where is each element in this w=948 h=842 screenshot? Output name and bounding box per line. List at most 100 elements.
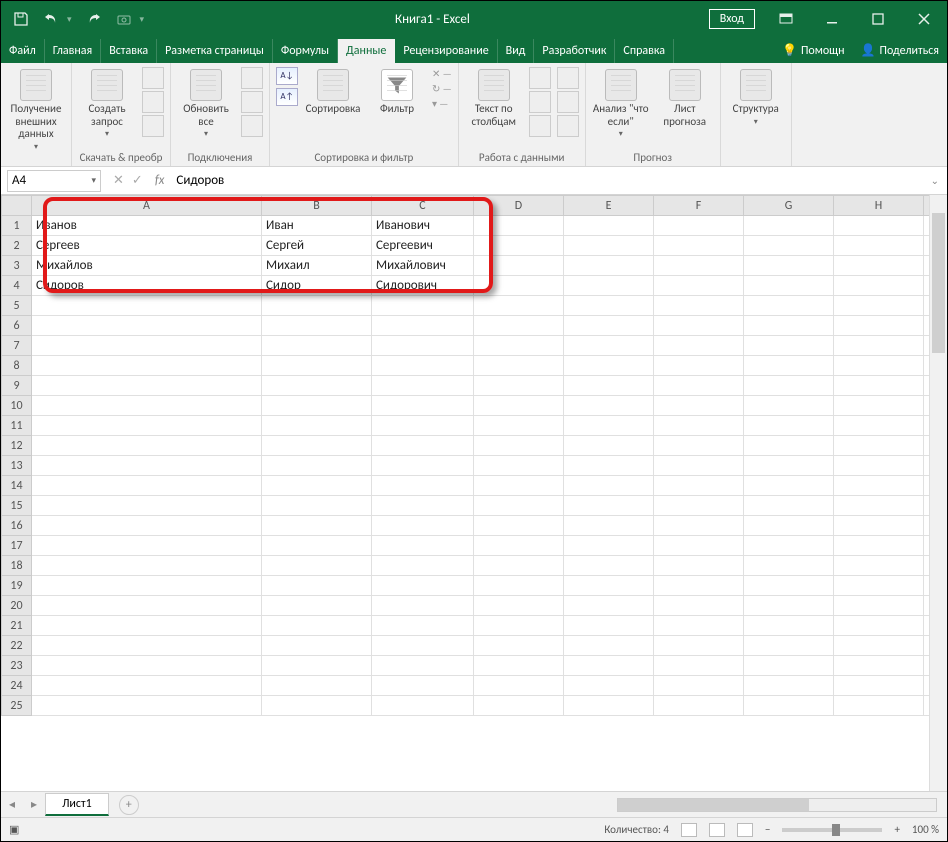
cell-B6[interactable] — [262, 316, 372, 336]
cell-E22[interactable] — [564, 636, 654, 656]
cell-E8[interactable] — [564, 356, 654, 376]
cell-F6[interactable] — [654, 316, 744, 336]
what-if-button[interactable]: Анализ "что если"▾ — [592, 67, 650, 139]
row-header-25[interactable]: 25 — [2, 696, 32, 716]
minimize-button[interactable] — [809, 1, 855, 37]
cell-B19[interactable] — [262, 576, 372, 596]
horizontal-scrollbar[interactable] — [617, 798, 937, 812]
cell-B1[interactable]: Иван — [262, 216, 372, 236]
grid[interactable]: ABCDEFGHI1ИвановИванИванович2СергеевСерг… — [1, 195, 947, 716]
cell-A7[interactable] — [32, 336, 262, 356]
tab-формулы[interactable]: Формулы — [273, 39, 338, 63]
cell-G5[interactable] — [744, 296, 834, 316]
cell-H2[interactable] — [834, 236, 924, 256]
row-header-19[interactable]: 19 — [2, 576, 32, 596]
cell-A6[interactable] — [32, 316, 262, 336]
cell-A11[interactable] — [32, 416, 262, 436]
cell-D3[interactable] — [474, 256, 564, 276]
cell-H6[interactable] — [834, 316, 924, 336]
cell-D21[interactable] — [474, 616, 564, 636]
row-header-2[interactable]: 2 — [2, 236, 32, 256]
advanced-filter[interactable]: ▾ — — [432, 97, 452, 110]
cell-E16[interactable] — [564, 516, 654, 536]
cell-B14[interactable] — [262, 476, 372, 496]
tab-вставка[interactable]: Вставка — [101, 39, 157, 63]
cell-B25[interactable] — [262, 696, 372, 716]
row-header-5[interactable]: 5 — [2, 296, 32, 316]
cell-E10[interactable] — [564, 396, 654, 416]
queries-small-1[interactable] — [142, 67, 164, 89]
cell-D18[interactable] — [474, 556, 564, 576]
undo-icon[interactable] — [43, 11, 59, 27]
sheet-tab[interactable]: Лист1 — [45, 793, 109, 816]
cell-C21[interactable] — [372, 616, 474, 636]
view-layout-icon[interactable] — [709, 823, 725, 837]
cell-D11[interactable] — [474, 416, 564, 436]
cell-C15[interactable] — [372, 496, 474, 516]
queries-small-2[interactable] — [142, 91, 164, 113]
cell-D13[interactable] — [474, 456, 564, 476]
cell-D6[interactable] — [474, 316, 564, 336]
cell-B5[interactable] — [262, 296, 372, 316]
cell-F22[interactable] — [654, 636, 744, 656]
cell-B3[interactable]: Михаил — [262, 256, 372, 276]
row-header-7[interactable]: 7 — [2, 336, 32, 356]
cell-B12[interactable] — [262, 436, 372, 456]
cell-C14[interactable] — [372, 476, 474, 496]
cell-D1[interactable] — [474, 216, 564, 236]
cell-G8[interactable] — [744, 356, 834, 376]
cell-C8[interactable] — [372, 356, 474, 376]
cell-A16[interactable] — [32, 516, 262, 536]
cell-G12[interactable] — [744, 436, 834, 456]
cell-D24[interactable] — [474, 676, 564, 696]
cell-A8[interactable] — [32, 356, 262, 376]
expand-formula-icon[interactable]: ⌄ — [923, 174, 947, 187]
tab-разметка страницы[interactable]: Разметка страницы — [157, 39, 273, 63]
cell-A18[interactable] — [32, 556, 262, 576]
fx-icon[interactable]: fx — [149, 173, 171, 188]
zoom-out-button[interactable]: − — [765, 823, 770, 836]
cell-A5[interactable] — [32, 296, 262, 316]
cell-G9[interactable] — [744, 376, 834, 396]
cell-B8[interactable] — [262, 356, 372, 376]
cell-C6[interactable] — [372, 316, 474, 336]
tab-разработчик[interactable]: Разработчик — [534, 39, 615, 63]
cell-H5[interactable] — [834, 296, 924, 316]
row-header-11[interactable]: 11 — [2, 416, 32, 436]
cell-B23[interactable] — [262, 656, 372, 676]
cell-F21[interactable] — [654, 616, 744, 636]
cell-G20[interactable] — [744, 596, 834, 616]
tab-главная[interactable]: Главная — [45, 39, 101, 63]
view-normal-icon[interactable] — [681, 823, 697, 837]
row-header-10[interactable]: 10 — [2, 396, 32, 416]
cell-H18[interactable] — [834, 556, 924, 576]
forecast-sheet-button[interactable]: Лист прогноза — [656, 67, 714, 128]
cell-B4[interactable]: Сидор — [262, 276, 372, 296]
col-header-G[interactable]: G — [744, 196, 834, 216]
cell-G3[interactable] — [744, 256, 834, 276]
cell-D22[interactable] — [474, 636, 564, 656]
zoom-in-button[interactable]: + — [894, 823, 899, 836]
cell-C24[interactable] — [372, 676, 474, 696]
text-to-columns-button[interactable]: Текст по столбцам — [465, 67, 523, 128]
cell-A14[interactable] — [32, 476, 262, 496]
row-header-15[interactable]: 15 — [2, 496, 32, 516]
conn-small-1[interactable] — [241, 67, 263, 89]
cell-H4[interactable] — [834, 276, 924, 296]
cell-E11[interactable] — [564, 416, 654, 436]
cell-C16[interactable] — [372, 516, 474, 536]
zoom-slider[interactable] — [782, 828, 882, 832]
row-header-16[interactable]: 16 — [2, 516, 32, 536]
cell-B18[interactable] — [262, 556, 372, 576]
cell-F3[interactable] — [654, 256, 744, 276]
cell-H1[interactable] — [834, 216, 924, 236]
row-header-24[interactable]: 24 — [2, 676, 32, 696]
cell-D8[interactable] — [474, 356, 564, 376]
cell-A17[interactable] — [32, 536, 262, 556]
col-header-F[interactable]: F — [654, 196, 744, 216]
cell-G6[interactable] — [744, 316, 834, 336]
cell-C20[interactable] — [372, 596, 474, 616]
cell-F9[interactable] — [654, 376, 744, 396]
cell-B22[interactable] — [262, 636, 372, 656]
cell-D4[interactable] — [474, 276, 564, 296]
